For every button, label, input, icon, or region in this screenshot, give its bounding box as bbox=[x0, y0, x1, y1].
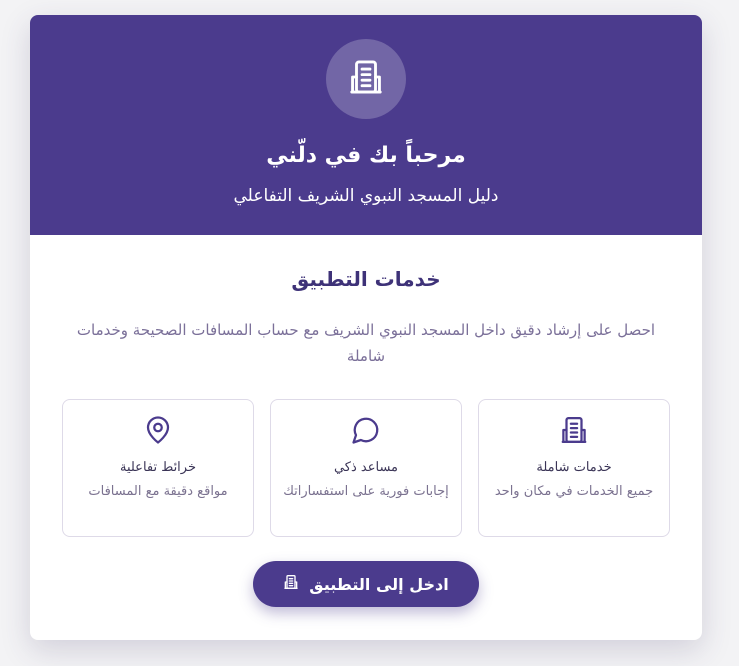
welcome-card: مرحباً بك في دلّني دليل المسجد النبوي ال… bbox=[30, 15, 702, 640]
enter-app-button[interactable]: ادخل إلى التطبيق bbox=[253, 561, 479, 607]
feature-card-comprehensive-services: خدمات شاملة جميع الخدمات في مكان واحد bbox=[478, 399, 670, 537]
chat-bubble-icon bbox=[351, 415, 381, 449]
feature-card-smart-assistant: مساعد ذكي إجابات فورية على استفساراتك bbox=[270, 399, 462, 537]
services-description: احصل على إرشاد دقيق داخل المسجد النبوي ا… bbox=[76, 321, 656, 365]
welcome-subtitle: دليل المسجد النبوي الشريف التفاعلي bbox=[233, 186, 499, 206]
feature-title: خرائط تفاعلية bbox=[119, 460, 197, 475]
building-icon bbox=[347, 58, 385, 100]
welcome-header: مرحباً بك في دلّني دليل المسجد النبوي ال… bbox=[30, 15, 702, 235]
enter-app-label: ادخل إلى التطبيق bbox=[309, 574, 449, 594]
feature-card-interactive-maps: خرائط تفاعلية مواقع دقيقة مع المسافات bbox=[62, 399, 254, 537]
services-title: خدمات التطبيق bbox=[291, 267, 441, 291]
welcome-title: مرحباً بك في دلّني bbox=[266, 143, 466, 168]
building-icon bbox=[559, 415, 589, 449]
feature-description: مواقع دقيقة مع المسافات bbox=[88, 484, 228, 499]
logo-badge bbox=[326, 39, 406, 119]
feature-description: جميع الخدمات في مكان واحد bbox=[494, 484, 654, 499]
feature-title: خدمات شاملة bbox=[536, 460, 612, 475]
feature-description: إجابات فورية على استفساراتك bbox=[283, 484, 449, 499]
map-pin-icon bbox=[143, 415, 173, 449]
feature-title: مساعد ذكي bbox=[333, 460, 399, 475]
building-icon bbox=[283, 574, 299, 594]
